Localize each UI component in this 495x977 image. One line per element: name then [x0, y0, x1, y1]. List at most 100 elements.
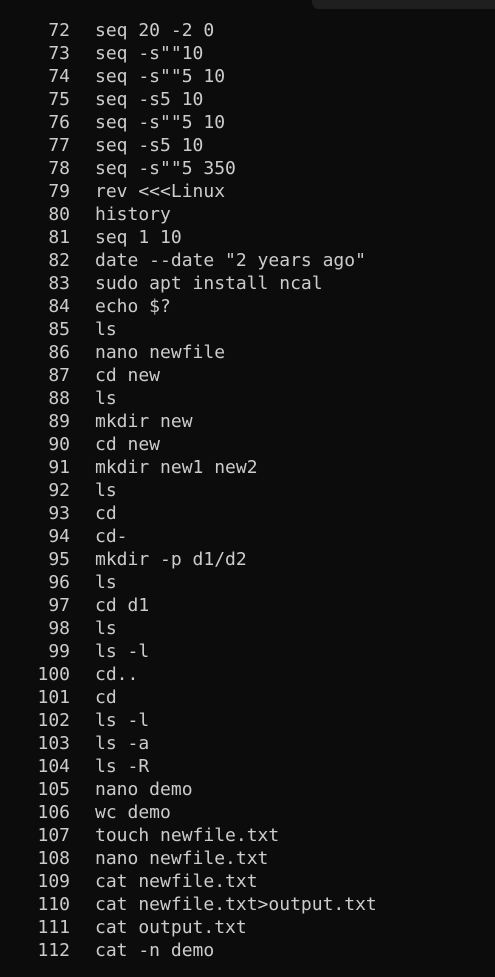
history-line: 107 touch newfile.txt [0, 824, 377, 847]
history-command: seq 1 10 [95, 227, 182, 248]
history-line: 75 seq -s5 10 [0, 88, 377, 111]
history-line: 89 mkdir new [0, 410, 377, 433]
history-line-number: 105 [37, 779, 70, 800]
history-command: sudo apt install ncal [95, 273, 323, 294]
history-line-number: 89 [48, 411, 70, 432]
history-line: 99 ls -l [0, 640, 377, 663]
history-line: 109 cat newfile.txt [0, 870, 377, 893]
history-line: 108 nano newfile.txt [0, 847, 377, 870]
history-line-number: 109 [37, 871, 70, 892]
history-line: 101 cd [0, 686, 377, 709]
history-line-number: 78 [48, 158, 70, 179]
history-line-number: 107 [37, 825, 70, 846]
history-command: cd [95, 687, 117, 708]
history-line: 96 ls [0, 571, 377, 594]
history-line: 81 seq 1 10 [0, 226, 377, 249]
history-command: ls [95, 572, 117, 593]
history-line-number: 86 [48, 342, 70, 363]
history-line: 85 ls [0, 318, 377, 341]
terminal-window[interactable]: 72 seq 20 -2 0 73 seq -s""10 74 seq -s""5 10 7… [0, 0, 495, 977]
history-command: ls -a [95, 733, 150, 754]
history-line: 93 cd [0, 502, 377, 525]
history-command: seq 20 -2 0 [95, 20, 215, 41]
history-command: ls [95, 480, 117, 501]
history-line-number: 100 [37, 664, 70, 685]
history-line: 103 ls -a [0, 732, 377, 755]
history-line-number: 94 [48, 526, 70, 547]
history-command: rev <<<Linux [95, 181, 226, 202]
history-line-number: 75 [48, 89, 70, 110]
history-command: mkdir new [95, 411, 193, 432]
history-command: mkdir -p d1/d2 [95, 549, 247, 570]
history-command: cat newfile.txt [95, 871, 258, 892]
history-command: touch newfile.txt [95, 825, 280, 846]
history-line-number: 81 [48, 227, 70, 248]
history-command: nano demo [95, 779, 193, 800]
history-line: 112 cat -n demo [0, 939, 377, 962]
history-command: cat newfile.txt>output.txt [95, 894, 377, 915]
history-line: 110 cat newfile.txt>output.txt [0, 893, 377, 916]
history-command: cd- [95, 526, 128, 547]
history-line-number: 95 [48, 549, 70, 570]
history-line-number: 91 [48, 457, 70, 478]
history-line: 100 cd.. [0, 663, 377, 686]
history-line: 98 ls [0, 617, 377, 640]
history-line-number: 80 [48, 204, 70, 225]
history-line-number: 83 [48, 273, 70, 294]
history-output: 72 seq 20 -2 0 73 seq -s""10 74 seq -s""5 10 7… [0, 19, 377, 962]
history-line: 84 echo $? [0, 295, 377, 318]
history-command: cd.. [95, 664, 139, 685]
history-command: nano newfile.txt [95, 848, 269, 869]
history-line: 94 cd- [0, 525, 377, 548]
history-line: 86 nano newfile [0, 341, 377, 364]
history-command: date --date "2 years ago" [95, 250, 366, 271]
history-line-number: 102 [37, 710, 70, 731]
history-line-number: 82 [48, 250, 70, 271]
history-line: 76 seq -s""5 10 [0, 111, 377, 134]
history-line-number: 85 [48, 319, 70, 340]
history-line-number: 103 [37, 733, 70, 754]
history-line: 102 ls -l [0, 709, 377, 732]
history-command: seq -s5 10 [95, 89, 204, 110]
history-command: wc demo [95, 802, 171, 823]
history-line-number: 106 [37, 802, 70, 823]
history-command: mkdir new1 new2 [95, 457, 258, 478]
history-line-number: 110 [37, 894, 70, 915]
history-command: cd new [95, 365, 161, 386]
history-command: cd new [95, 434, 161, 455]
history-command: history [95, 204, 171, 225]
history-line-number: 90 [48, 434, 70, 455]
history-command: ls -l [95, 710, 150, 731]
history-line-number: 87 [48, 365, 70, 386]
history-command: echo $? [95, 296, 171, 317]
history-line-number: 84 [48, 296, 70, 317]
history-command: seq -s""5 10 [95, 66, 226, 87]
history-command: seq -s""10 [95, 43, 204, 64]
history-line: 87 cd new [0, 364, 377, 387]
history-line: 72 seq 20 -2 0 [0, 19, 377, 42]
history-line-number: 76 [48, 112, 70, 133]
history-line-number: 74 [48, 66, 70, 87]
history-line: 106 wc demo [0, 801, 377, 824]
history-line-number: 93 [48, 503, 70, 524]
history-command: ls [95, 388, 117, 409]
history-command: cd d1 [95, 595, 150, 616]
history-command: cat output.txt [95, 917, 247, 938]
history-line: 82 date --date "2 years ago" [0, 249, 377, 272]
history-command: ls [95, 618, 117, 639]
history-line: 73 seq -s""10 [0, 42, 377, 65]
history-line: 74 seq -s""5 10 [0, 65, 377, 88]
history-command: ls [95, 319, 117, 340]
history-line-number: 73 [48, 43, 70, 64]
window-tab-strip[interactable] [312, 0, 495, 9]
history-line: 90 cd new [0, 433, 377, 456]
history-line: 104 ls -R [0, 755, 377, 778]
history-line: 97 cd d1 [0, 594, 377, 617]
history-line: 111 cat output.txt [0, 916, 377, 939]
history-line-number: 88 [48, 388, 70, 409]
history-line-number: 111 [37, 917, 70, 938]
history-command: nano newfile [95, 342, 226, 363]
history-line-number: 101 [37, 687, 70, 708]
history-line-number: 98 [48, 618, 70, 639]
history-line: 105 nano demo [0, 778, 377, 801]
